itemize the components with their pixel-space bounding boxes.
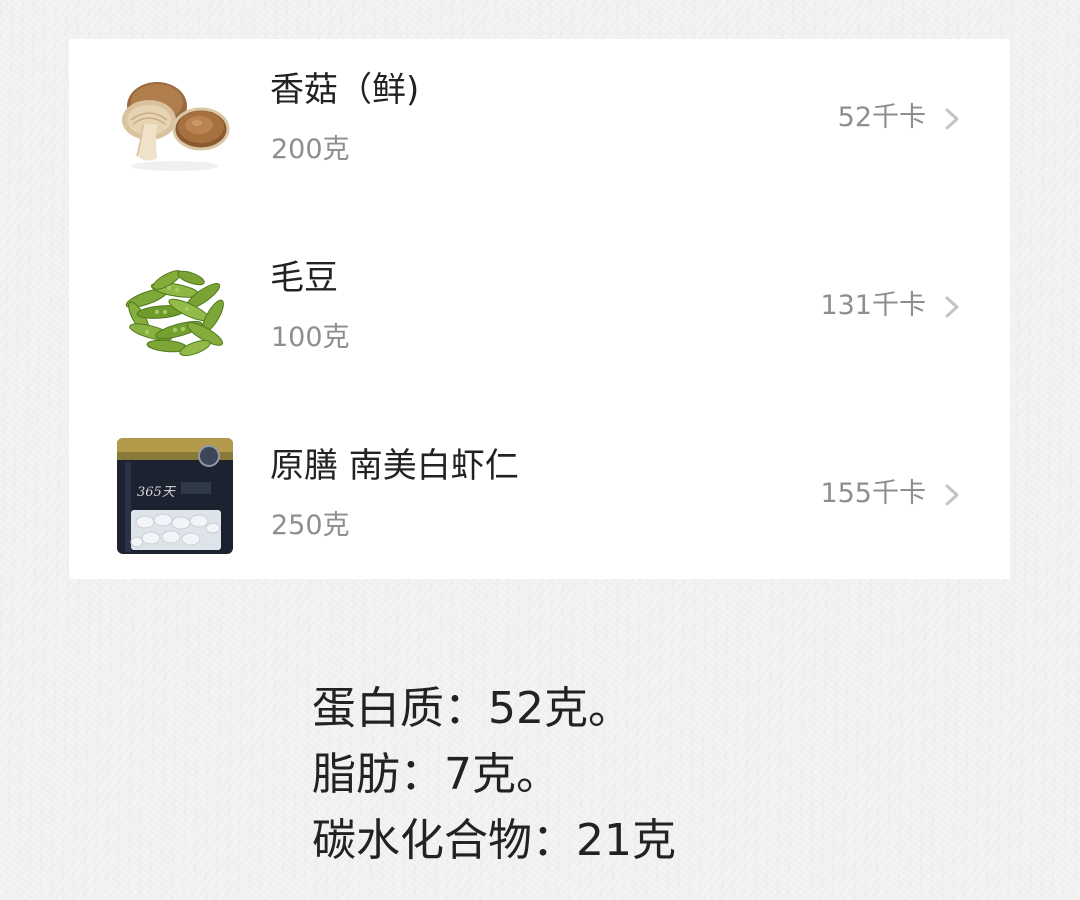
fat-line: 脂肪： 7克。 (312, 742, 676, 808)
food-list-card: 香菇（鲜) 200克 52千卡 毛豆 100克 131千卡 365天 原膳 南美… (69, 39, 1010, 579)
carbs-line: 碳水化合物： 21克 (312, 808, 676, 874)
shrimp-package-image: 365天 (117, 438, 233, 554)
chevron-right-icon (945, 296, 959, 318)
package-label: 365天 (137, 485, 177, 500)
food-name: 毛豆 (270, 258, 338, 298)
carbs-label: 碳水化合物： (312, 815, 576, 866)
food-calories: 52千卡 (837, 102, 926, 133)
chevron-right-icon (945, 484, 959, 506)
food-amount: 100克 (271, 322, 350, 353)
chevron-right-icon (945, 108, 959, 130)
shiitake-mushroom-image (117, 62, 233, 178)
protein-line: 蛋白质： 52克。 (312, 676, 676, 742)
food-row-shiitake[interactable]: 香菇（鲜) 200克 52千卡 (69, 39, 1010, 219)
food-name: 原膳 南美白虾仁 (270, 446, 519, 486)
fat-label: 脂肪： (312, 749, 444, 800)
carbs-value: 21克 (576, 815, 676, 866)
food-calories: 131千卡 (820, 290, 926, 321)
food-row-shrimp[interactable]: 365天 原膳 南美白虾仁 250克 155千卡 (69, 415, 1010, 595)
food-calories: 155千卡 (820, 478, 926, 509)
food-row-edamame[interactable]: 毛豆 100克 131千卡 (69, 227, 1010, 407)
fat-value: 7克。 (444, 749, 560, 800)
protein-label: 蛋白质： (312, 683, 488, 734)
food-name: 香菇（鲜) (270, 70, 420, 110)
edamame-image (117, 250, 233, 366)
food-amount: 250克 (271, 510, 350, 541)
food-amount: 200克 (271, 134, 350, 165)
protein-value: 52克。 (488, 683, 632, 734)
nutrition-summary: 蛋白质： 52克。 脂肪： 7克。 碳水化合物： 21克 (312, 676, 676, 874)
